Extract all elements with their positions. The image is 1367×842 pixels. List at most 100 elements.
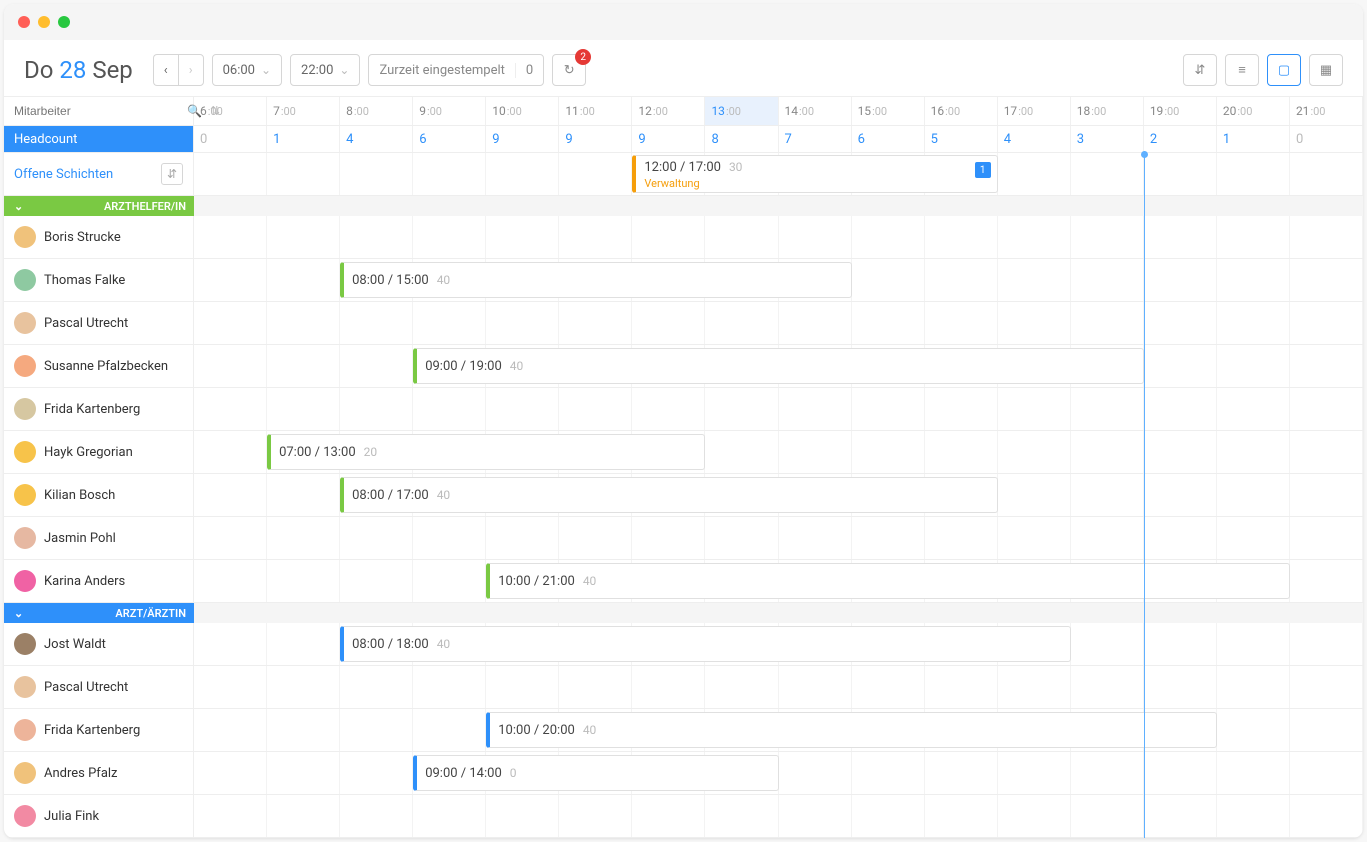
time-from-select[interactable]: 06:00 ⌄	[212, 54, 282, 86]
employee-timeline[interactable]	[194, 666, 1363, 708]
employee-cell[interactable]: Jost Waldt	[4, 623, 194, 665]
shift-extra: 40	[437, 637, 451, 651]
employee-row: Jasmin Pohl	[4, 517, 1363, 560]
employee-name: Jasmin Pohl	[44, 531, 116, 546]
employee-timeline[interactable]: 09:00 / 14:000	[194, 752, 1363, 794]
employee-cell[interactable]: Hayk Gregorian	[4, 431, 194, 473]
employee-name: Pascal Utrecht	[44, 316, 128, 331]
employee-name: Jost Waldt	[44, 637, 106, 652]
employee-timeline[interactable]: 07:00 / 13:0020	[194, 431, 1363, 473]
shift-extra: 40	[583, 723, 597, 737]
employee-timeline[interactable]: 10:00 / 21:0040	[194, 560, 1363, 602]
shift-block[interactable]: 09:00 / 19:0040	[413, 348, 1144, 384]
shift-block[interactable]: 10:00 / 21:0040	[486, 563, 1290, 599]
employee-row: Julia Fink	[4, 795, 1363, 838]
avatar	[14, 762, 36, 784]
chevron-down-icon: ⌄	[339, 63, 349, 77]
employee-cell[interactable]: Andres Pfalz	[4, 752, 194, 794]
employee-name: Susanne Pfalzbecken	[44, 359, 168, 374]
shift-time: 09:00 / 19:00	[425, 359, 502, 374]
avatar	[14, 269, 36, 291]
split-icon: ⇵	[1195, 63, 1206, 78]
employee-cell[interactable]: Frida Kartenberg	[4, 388, 194, 430]
employee-timeline[interactable]	[194, 388, 1363, 430]
shift-extra: 30	[729, 160, 743, 174]
employee-cell[interactable]: Boris Strucke	[4, 216, 194, 258]
open-shifts-label-cell: Offene Schichten ⇵	[4, 153, 194, 195]
prev-day-button[interactable]: ‹	[153, 54, 178, 86]
next-day-button[interactable]: ›	[178, 54, 204, 86]
employee-name: Andres Pfalz	[44, 766, 118, 781]
hour-header: 14:00	[779, 97, 852, 125]
clocked-in-status[interactable]: Zurzeit eingestempelt 0	[368, 54, 544, 86]
shift-block[interactable]: 10:00 / 20:0040	[486, 712, 1217, 748]
minimize-dot-icon[interactable]	[38, 16, 50, 28]
list-view-button[interactable]: ≡	[1225, 54, 1259, 86]
shift-time: 08:00 / 15:00	[352, 273, 429, 288]
shift-block[interactable]: 09:00 / 14:000	[413, 755, 778, 791]
headcount-cell: 9	[559, 126, 632, 152]
day-view-button[interactable]: ▢	[1267, 54, 1301, 86]
employee-row: Frida Kartenberg	[4, 388, 1363, 431]
avatar	[14, 226, 36, 248]
headcount-cell: 1	[267, 126, 340, 152]
employee-row: Susanne Pfalzbecken 09:00 / 19:0040	[4, 345, 1363, 388]
hour-header: 9:00	[413, 97, 486, 125]
employee-cell[interactable]: Jasmin Pohl	[4, 517, 194, 559]
shift-block[interactable]: 08:00 / 15:0040	[340, 262, 851, 298]
open-shifts-timeline[interactable]: 12:00 / 17:0030Verwaltung1	[194, 153, 1363, 195]
employee-name: Julia Fink	[44, 809, 99, 824]
shift-block[interactable]: 08:00 / 17:0040	[340, 477, 998, 513]
employee-timeline[interactable]: 08:00 / 17:0040	[194, 474, 1363, 516]
date-nav: ‹ ›	[153, 54, 204, 86]
employee-name: Karina Anders	[44, 574, 125, 589]
hour-header: 16:00	[925, 97, 998, 125]
month-label: Sep	[92, 56, 132, 84]
group-header[interactable]: ⌄ARZTHELFER/IN	[4, 196, 1363, 216]
avatar	[14, 355, 36, 377]
employee-cell[interactable]: Thomas Falke	[4, 259, 194, 301]
employee-row: Pascal Utrecht	[4, 302, 1363, 345]
window-titlebar	[4, 4, 1363, 40]
time-to-select[interactable]: 22:00 ⌄	[290, 54, 360, 86]
shift-time: 09:00 / 14:00	[425, 766, 502, 781]
employee-timeline[interactable]	[194, 517, 1363, 559]
avatar	[14, 484, 36, 506]
employee-row: Jost Waldt 08:00 / 18:0040	[4, 623, 1363, 666]
split-open-button[interactable]: ⇵	[161, 163, 183, 185]
chevron-down-icon: ⌄	[261, 63, 271, 77]
dow-label: Do	[24, 56, 53, 84]
week-view-button[interactable]: ▦	[1309, 54, 1343, 86]
maximize-dot-icon[interactable]	[58, 16, 70, 28]
open-shift-block[interactable]: 12:00 / 17:0030Verwaltung1	[632, 155, 997, 193]
employee-timeline[interactable]: 08:00 / 18:0040	[194, 623, 1363, 665]
employee-cell[interactable]: Pascal Utrecht	[4, 302, 194, 344]
shift-block[interactable]: 08:00 / 18:0040	[340, 626, 1071, 662]
toolbar: Do 28 Sep ‹ › 06:00 ⌄ 22:00 ⌄ Zurzeit ei…	[4, 40, 1363, 97]
employee-timeline[interactable]: 08:00 / 15:0040	[194, 259, 1363, 301]
shift-block[interactable]: 07:00 / 13:0020	[267, 434, 705, 470]
hour-header: 17:00	[998, 97, 1071, 125]
headcount-cell: 9	[486, 126, 559, 152]
close-dot-icon[interactable]	[18, 16, 30, 28]
search-input[interactable]	[4, 97, 179, 125]
employee-name: Frida Kartenberg	[44, 723, 140, 738]
shift-time: 07:00 / 13:00	[279, 445, 356, 460]
employee-timeline[interactable]: 10:00 / 20:0040	[194, 709, 1363, 751]
shift-extra: 40	[437, 488, 451, 502]
group-header[interactable]: ⌄ARZT/ÄRZTIN	[4, 603, 1363, 623]
employee-cell[interactable]: Frida Kartenberg	[4, 709, 194, 751]
employee-timeline[interactable]	[194, 216, 1363, 258]
employee-timeline[interactable]	[194, 302, 1363, 344]
employee-cell[interactable]: Susanne Pfalzbecken	[4, 345, 194, 387]
headcount-cell: 4	[340, 126, 413, 152]
employee-timeline[interactable]: 09:00 / 19:0040	[194, 345, 1363, 387]
split-view-button[interactable]: ⇵	[1183, 54, 1217, 86]
employee-row: Frida Kartenberg 10:00 / 20:0040	[4, 709, 1363, 752]
employee-cell[interactable]: Kilian Bosch	[4, 474, 194, 516]
employee-cell[interactable]: Karina Anders	[4, 560, 194, 602]
refresh-button[interactable]: ↻ 2	[552, 54, 586, 86]
group-name: ARZTHELFER/IN	[104, 200, 186, 213]
employee-cell[interactable]: Pascal Utrecht	[4, 666, 194, 708]
headcount-cell: 7	[779, 126, 852, 152]
